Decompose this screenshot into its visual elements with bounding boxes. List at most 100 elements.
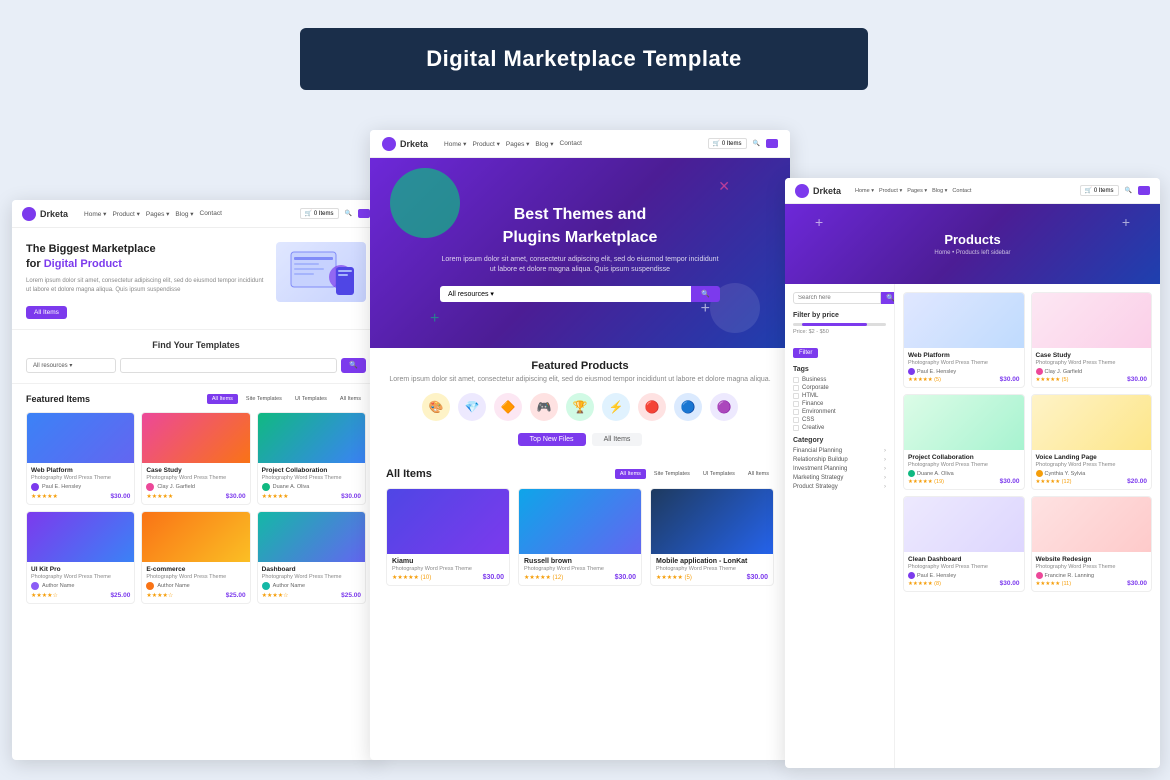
author-row-5: Author Name bbox=[146, 582, 245, 590]
icon-circle-8: 🔵 bbox=[674, 393, 702, 421]
center-logo-icon bbox=[382, 137, 396, 151]
right-nav: Drketa Home ▾ Product ▾ Pages ▾ Blog ▾ C… bbox=[785, 178, 1160, 204]
icon-circle-7: 🔴 bbox=[638, 393, 666, 421]
author-name-2: Clay J. Garfield bbox=[157, 484, 195, 490]
tag-cb-environment[interactable] bbox=[793, 409, 799, 415]
resource-select[interactable]: All resources ▾ bbox=[26, 358, 116, 373]
icon-circle-1: 🎨 bbox=[422, 393, 450, 421]
tag-cb-business[interactable] bbox=[793, 377, 799, 383]
right-search-icon[interactable]: 🔍 bbox=[1125, 187, 1132, 194]
center-search-icon[interactable]: 🔍 bbox=[753, 140, 760, 147]
tag-html: HTML bbox=[793, 393, 886, 399]
center-all-title: All Items bbox=[386, 468, 432, 480]
tag-cb-corporate[interactable] bbox=[793, 385, 799, 391]
center-all-tab-4[interactable]: All Items bbox=[743, 469, 774, 479]
cat-investment[interactable]: Investment Planning › bbox=[793, 466, 886, 472]
cat-financial[interactable]: Financial Planning › bbox=[793, 448, 886, 454]
tab-site-templates[interactable]: Site Templates bbox=[241, 394, 287, 404]
product-meta-4: ★★★★☆ $25.00 bbox=[31, 592, 130, 599]
right-search-input[interactable] bbox=[793, 292, 881, 304]
product-card-5[interactable]: E-commerce Photography Word Press Theme … bbox=[141, 511, 250, 604]
right-meta-6: ★★★★★ (11) $30.00 bbox=[1036, 580, 1148, 587]
tab-all-items-2[interactable]: All Items bbox=[335, 394, 366, 404]
tag-label-business: Business bbox=[802, 377, 826, 383]
right-cat-3: Photography Word Press Theme bbox=[908, 462, 1020, 468]
center-all-tab-2[interactable]: Site Templates bbox=[649, 469, 695, 479]
product-card-2[interactable]: Case Study Photography Word Press Theme … bbox=[141, 412, 250, 505]
center-product-3[interactable]: Mobile application - LonKat Photography … bbox=[650, 488, 774, 586]
center-tab-top-new[interactable]: Top New Files bbox=[518, 433, 586, 446]
cart-button[interactable]: 🛒 0 Items bbox=[300, 208, 339, 219]
center-search-bar: All resources ▾ 🔍 bbox=[440, 286, 720, 302]
right-prod-5[interactable]: Clean Dashboard Photography Word Press T… bbox=[903, 496, 1025, 592]
tab-all-items[interactable]: All Items bbox=[207, 394, 238, 404]
tag-cb-html[interactable] bbox=[793, 393, 799, 399]
center-cat-2: Photography Word Press Theme bbox=[524, 566, 636, 572]
right-prod-6[interactable]: Website Redesign Photography Word Press … bbox=[1031, 496, 1153, 592]
search-bar: All resources ▾ 🔍 bbox=[26, 358, 366, 373]
product-cat-6: Photography Word Press Theme bbox=[262, 574, 361, 580]
center-all-tab-3[interactable]: UI Templates bbox=[698, 469, 740, 479]
right-author-name-4: Cynthia Y. Sylvia bbox=[1045, 471, 1086, 477]
right-thumb-6 bbox=[1032, 497, 1152, 552]
deco-x-1: ✕ bbox=[718, 178, 730, 195]
center-resource-select[interactable]: All resources ▾ bbox=[440, 286, 530, 302]
cat-arrow-financial: › bbox=[884, 448, 886, 454]
right-prod-2[interactable]: Case Study Photography Word Press Theme … bbox=[1031, 292, 1153, 388]
tag-cb-creative[interactable] bbox=[793, 425, 799, 431]
menu-button[interactable] bbox=[358, 209, 370, 218]
cat-label-financial: Financial Planning bbox=[793, 448, 842, 454]
center-cart-button[interactable]: 🛒 0 Items bbox=[708, 138, 747, 149]
cat-marketing[interactable]: Marketing Strategy › bbox=[793, 475, 886, 481]
tags-title: Tags bbox=[793, 366, 886, 373]
right-prod-1[interactable]: Web Platform Photography Word Press Them… bbox=[903, 292, 1025, 388]
product-card-3[interactable]: Project Collaboration Photography Word P… bbox=[257, 412, 366, 505]
center-hero-description: Lorem ipsum dolor sit amet, consectetur … bbox=[440, 255, 720, 276]
author-avatar-6 bbox=[262, 582, 270, 590]
price-range-fill bbox=[802, 323, 867, 326]
tag-cb-finance[interactable] bbox=[793, 401, 799, 407]
right-author-row-1: Paul E. Hensley bbox=[908, 368, 1020, 375]
center-name-3: Mobile application - LonKat bbox=[656, 558, 768, 565]
search-button[interactable]: 🔍 bbox=[341, 358, 366, 373]
cat-relationship[interactable]: Relationship Buildup › bbox=[793, 457, 886, 463]
center-menu-button[interactable] bbox=[766, 139, 778, 148]
right-info-4: Voice Landing Page Photography Word Pres… bbox=[1032, 450, 1152, 489]
center-all-tab-1[interactable]: All Items bbox=[615, 469, 646, 479]
center-nav-links: Home ▾ Product ▾ Pages ▾ Blog ▾ Contact bbox=[444, 140, 582, 148]
stars-6: ★★★★☆ bbox=[262, 592, 289, 599]
hero-cta-button[interactable]: All Items bbox=[26, 306, 67, 319]
hero-description: Lorem ipsum dolor sit amet, consectetur … bbox=[26, 277, 268, 295]
cat-arrow-marketing: › bbox=[884, 475, 886, 481]
search-input[interactable] bbox=[120, 358, 337, 373]
center-product-2[interactable]: Russell brown Photography Word Press The… bbox=[518, 488, 642, 586]
icon-circle-4: 🎮 bbox=[530, 393, 558, 421]
center-search-input[interactable] bbox=[530, 286, 691, 302]
author-row-3: Duane A. Oliva bbox=[262, 483, 361, 491]
right-menu-button[interactable] bbox=[1138, 186, 1150, 195]
product-card-1[interactable]: Web Platform Photography Word Press Them… bbox=[26, 412, 135, 505]
right-cat-6: Photography Word Press Theme bbox=[1036, 564, 1148, 570]
search-icon[interactable]: 🔍 bbox=[345, 210, 352, 217]
right-price-4: $20.00 bbox=[1127, 478, 1147, 485]
tab-ui-templates[interactable]: UI Templates bbox=[290, 394, 332, 404]
right-stars-5: ★★★★★ (8) bbox=[908, 581, 941, 587]
center-search-button[interactable]: 🔍 bbox=[691, 286, 720, 302]
filter-button[interactable]: Filter bbox=[793, 348, 818, 358]
product-meta-1: ★★★★★ $30.00 bbox=[31, 493, 130, 500]
right-search-button[interactable]: 🔍 bbox=[881, 292, 895, 304]
price-range-slider[interactable] bbox=[793, 323, 886, 326]
product-card-6[interactable]: Dashboard Photography Word Press Theme A… bbox=[257, 511, 366, 604]
center-tab-all-items[interactable]: All Items bbox=[592, 433, 643, 446]
center-product-1[interactable]: Kiamu Photography Word Press Theme ★★★★★… bbox=[386, 488, 510, 586]
right-prod-3[interactable]: Project Collaboration Photography Word P… bbox=[903, 394, 1025, 490]
right-cart-button[interactable]: 🛒 0 Items bbox=[1080, 185, 1119, 196]
right-stars-1: ★★★★★ (5) bbox=[908, 377, 941, 383]
tag-corporate: Corporate bbox=[793, 385, 886, 391]
center-stars-3: ★★★★★ (5) bbox=[656, 574, 692, 581]
cat-product[interactable]: Product Strategy › bbox=[793, 484, 886, 490]
right-prod-4[interactable]: Voice Landing Page Photography Word Pres… bbox=[1031, 394, 1153, 490]
product-card-4[interactable]: UI Kit Pro Photography Word Press Theme … bbox=[26, 511, 135, 604]
author-row-1: Paul E. Hensley bbox=[31, 483, 130, 491]
tag-cb-css[interactable] bbox=[793, 417, 799, 423]
